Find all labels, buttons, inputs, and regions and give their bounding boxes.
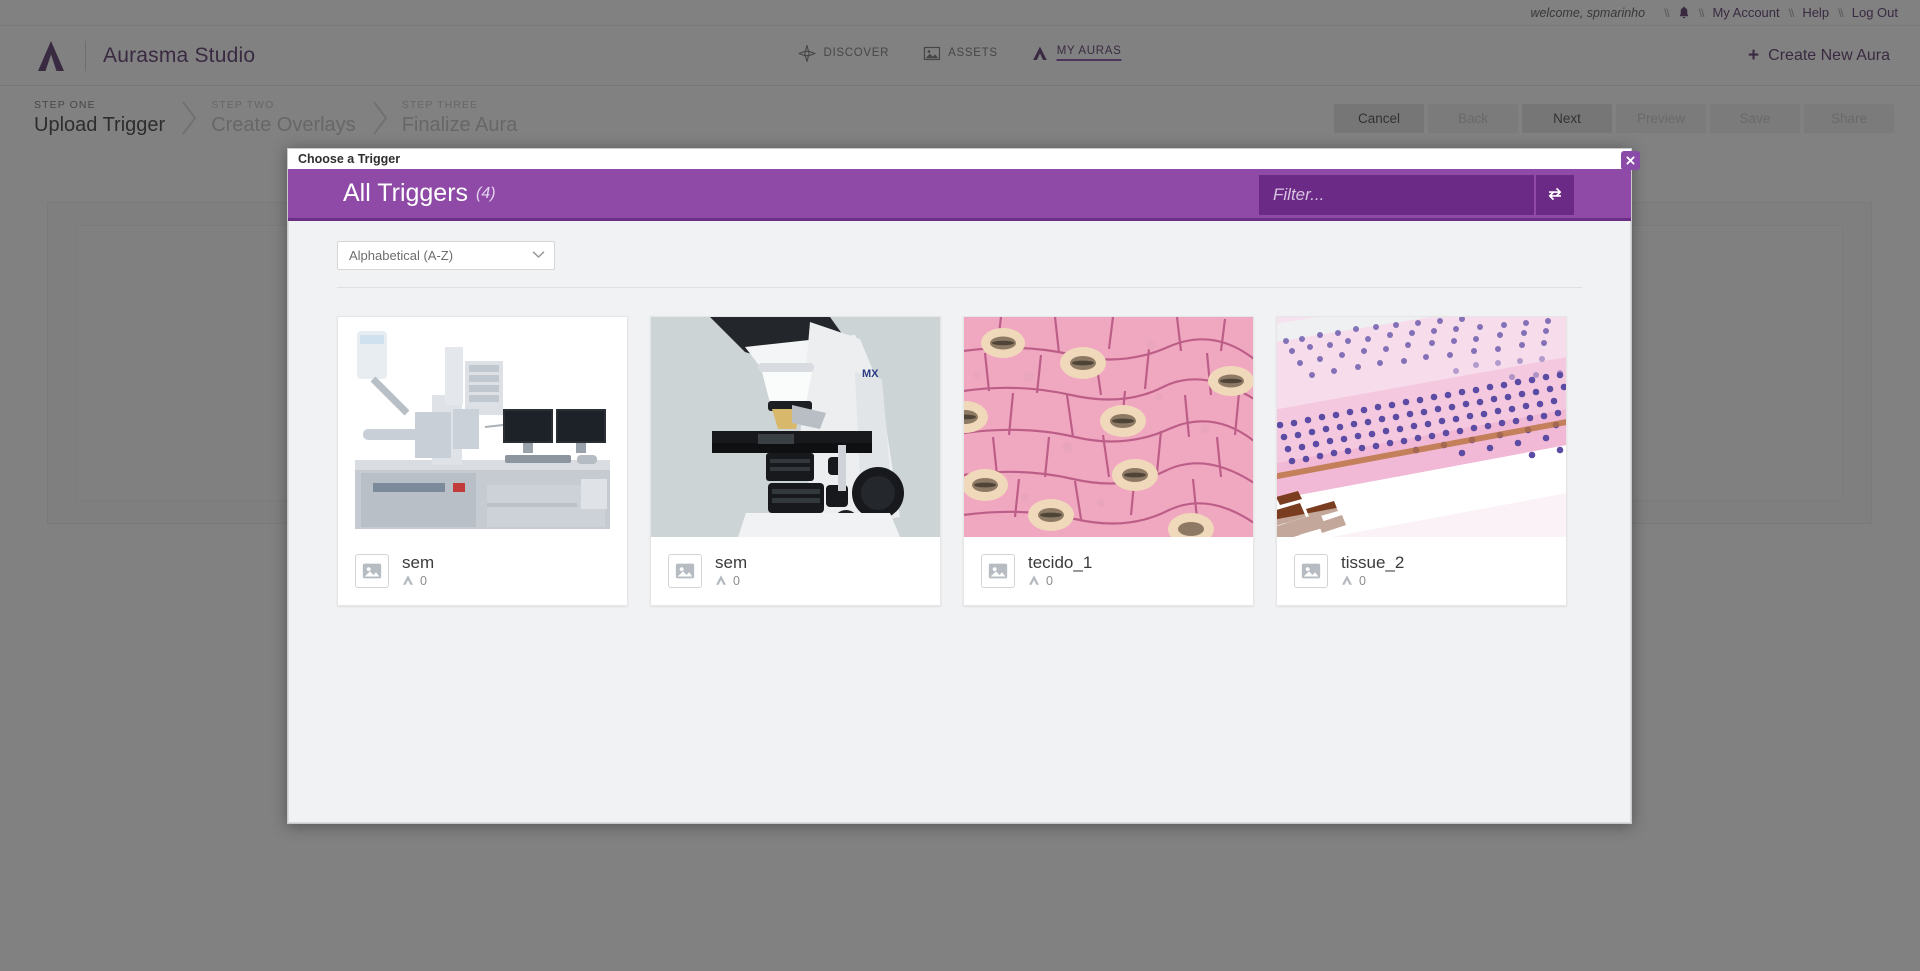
sem-microscope-photo (338, 317, 627, 537)
aura-count-value: 0 (420, 574, 427, 589)
aura-triangle-icon (715, 574, 727, 589)
choose-trigger-modal: Choose a Trigger All Triggers (4) Alphab… (287, 148, 1640, 824)
trigger-card-text: sem 0 (402, 553, 434, 588)
trigger-card-text: tissue_2 0 (1341, 553, 1404, 588)
filter-input[interactable] (1259, 175, 1534, 215)
trigger-card-text: sem 0 (715, 553, 747, 588)
trigger-aura-count: 0 (402, 574, 434, 589)
modal-trigger-count: (4) (476, 184, 496, 202)
refresh-button[interactable] (1536, 175, 1574, 215)
svg-text:MX: MX (862, 368, 879, 380)
trigger-card[interactable]: tissue_2 0 (1276, 316, 1567, 606)
trigger-card-meta: sem 0 (338, 537, 627, 605)
modal-body: Alphabetical (A-Z) sem 0 MX sem 0 tecido… (288, 221, 1631, 823)
image-placeholder-icon (668, 554, 702, 588)
sort-order-select[interactable]: Alphabetical (A-Z) (337, 241, 555, 270)
sort-order-value: Alphabetical (A-Z) (349, 248, 454, 263)
trigger-aura-count: 0 (1341, 574, 1404, 589)
image-placeholder-icon (355, 554, 389, 588)
aura-triangle-icon (1341, 574, 1353, 589)
trigger-grid: sem 0 MX sem 0 tecido_1 0 tissue_2 0 (289, 288, 1630, 606)
trigger-card[interactable]: MX sem 0 (650, 316, 941, 606)
modal-heading: All Triggers (343, 179, 469, 207)
trigger-aura-count: 0 (1028, 574, 1092, 589)
modal-titlebar: Choose a Trigger (288, 149, 1631, 169)
retina-histology-photo (1277, 317, 1566, 537)
trigger-card[interactable]: sem 0 (337, 316, 628, 606)
chevron-down-icon (532, 250, 545, 262)
filter-field-wrapper (1259, 175, 1534, 215)
aura-count-value: 0 (1359, 574, 1366, 589)
aura-count-value: 0 (1046, 574, 1053, 589)
refresh-icon (1546, 185, 1564, 206)
image-placeholder-icon (981, 554, 1015, 588)
trigger-card-text: tecido_1 0 (1028, 553, 1092, 588)
trigger-name: sem (715, 553, 748, 573)
trigger-name: sem (402, 553, 435, 573)
optical-microscope-photo: MX (651, 317, 940, 537)
aura-count-value: 0 (733, 574, 740, 589)
trigger-name: tissue_2 (1341, 553, 1405, 573)
modal-toolbar: Alphabetical (A-Z) (289, 221, 1630, 270)
trigger-aura-count: 0 (715, 574, 747, 589)
trigger-card[interactable]: tecido_1 0 (963, 316, 1254, 606)
modal-header: All Triggers (4) (288, 169, 1631, 221)
trigger-card-meta: tecido_1 0 (964, 537, 1253, 605)
trigger-name: tecido_1 (1028, 553, 1093, 573)
trigger-card-meta: tissue_2 0 (1277, 537, 1566, 605)
plant-epidermis-photo (964, 317, 1253, 537)
aura-triangle-icon (402, 574, 414, 589)
modal-window-title: Choose a Trigger (298, 152, 401, 166)
close-icon[interactable] (1621, 151, 1640, 170)
aura-triangle-icon (1028, 574, 1040, 589)
image-placeholder-icon (1294, 554, 1328, 588)
trigger-card-meta: sem 0 (651, 537, 940, 605)
